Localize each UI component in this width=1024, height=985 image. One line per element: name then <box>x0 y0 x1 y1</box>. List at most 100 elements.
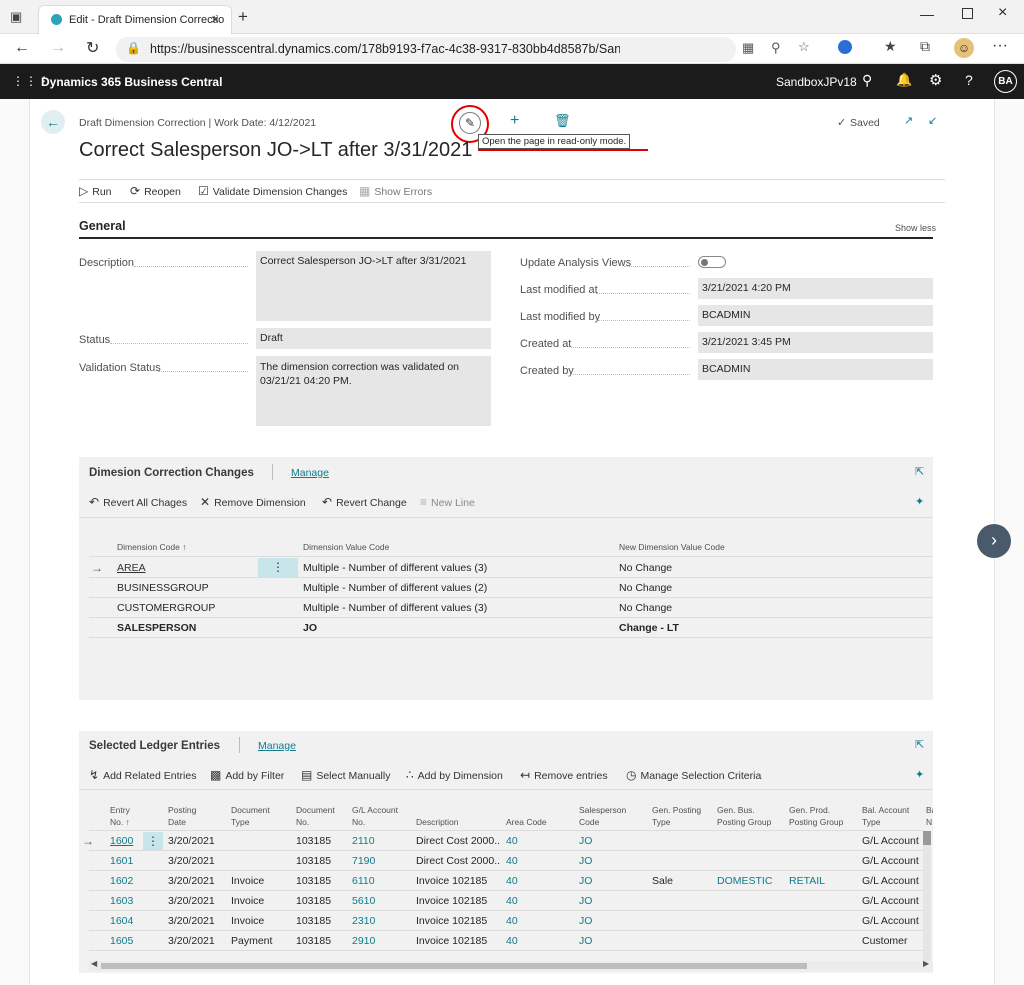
manage-selection-criteria-action[interactable]: ◷ Manage Selection Criteria <box>626 768 761 782</box>
scroll-left-icon[interactable]: ◀ <box>91 959 97 968</box>
browser-menu-icon[interactable]: ··· <box>992 37 1008 55</box>
vertical-scrollbar[interactable] <box>923 831 931 961</box>
new-tab-icon[interactable]: + <box>238 7 248 27</box>
col-header[interactable]: Bal. Account Type <box>862 804 917 828</box>
zoom-icon[interactable]: ⚲ <box>771 40 781 56</box>
favorites-icon[interactable]: ★ <box>884 38 897 55</box>
col-header[interactable]: Document No. <box>296 804 344 828</box>
table-cell[interactable]: 40 <box>506 915 518 927</box>
table-cell[interactable]: BUSINESSGROUP <box>117 582 209 594</box>
scrollbar-thumb[interactable] <box>923 831 931 845</box>
show-errors-action[interactable]: ▦ Show Errors <box>359 184 432 198</box>
tab-close-icon[interactable]: × <box>211 11 219 27</box>
table-cell[interactable]: JO <box>579 875 592 887</box>
table-cell[interactable]: 1602 <box>110 875 133 887</box>
validate-action[interactable]: ☑ Validate Dimension Changes <box>198 184 347 198</box>
table-cell[interactable]: JO <box>579 855 592 867</box>
edit-pencil-icon[interactable]: ✎ <box>459 112 481 134</box>
table-cell[interactable]: 40 <box>506 895 518 907</box>
horizontal-scrollbar[interactable]: ◀ ▶ <box>89 959 933 971</box>
forward-icon[interactable]: → <box>50 39 66 57</box>
table-cell[interactable]: 40 <box>506 935 518 947</box>
show-less-link[interactable]: Show less <box>895 223 936 233</box>
table-cell[interactable]: 1601 <box>110 855 133 867</box>
new-plus-icon[interactable]: + <box>510 112 519 130</box>
next-record-button[interactable]: › <box>977 524 1011 558</box>
add-by-dimension-action[interactable]: ∴ Add by Dimension <box>406 768 503 782</box>
browser-tab[interactable]: Edit - Draft Dimension Correctio × <box>38 5 232 34</box>
settings-gear-icon[interactable]: ⚙ <box>929 71 942 89</box>
col-header[interactable]: Gen. Posting Type <box>652 804 707 828</box>
table-cell[interactable]: SALESPERSON <box>117 622 196 634</box>
col-header[interactable]: Dimension Code ↑ <box>117 541 186 553</box>
table-cell[interactable]: 40 <box>506 835 518 847</box>
table-cell[interactable]: 7190 <box>352 855 375 867</box>
add-by-filter-action[interactable]: ▩ Add by Filter <box>210 768 284 782</box>
table-cell[interactable]: 1603 <box>110 895 133 907</box>
col-header[interactable]: Gen. Prod. Posting Group <box>789 804 849 828</box>
col-header[interactable]: Document Type <box>231 804 281 828</box>
favorite-add-icon[interactable]: ☆ <box>798 39 810 55</box>
maximize-icon[interactable] <box>962 8 973 19</box>
table-cell[interactable]: 1600 <box>110 835 133 847</box>
remove-dimension-action[interactable]: ✕ Remove Dimension <box>200 495 306 509</box>
user-avatar[interactable]: BA <box>994 70 1017 93</box>
col-header[interactable]: Salesperson Code <box>579 804 629 828</box>
table-cell[interactable]: JO <box>579 915 592 927</box>
back-icon[interactable]: ← <box>14 39 30 57</box>
description-field[interactable]: Correct Salesperson JO->LT after 3/31/20… <box>256 251 491 321</box>
col-header[interactable]: Entry No. ↑ <box>110 804 144 828</box>
add-related-entries-action[interactable]: ↯ Add Related Entries <box>89 768 196 782</box>
open-new-window-icon[interactable]: ↗ <box>904 114 913 127</box>
expand-part-icon[interactable]: ⇱ <box>915 738 924 751</box>
apps-icon[interactable]: ▦ <box>742 40 754 56</box>
table-cell[interactable]: DOMESTIC <box>717 875 772 887</box>
personalize-pin-icon[interactable]: ✦ <box>915 495 924 508</box>
table-cell[interactable]: 40 <box>506 855 518 867</box>
col-header[interactable]: Gen. Bus. Posting Group <box>717 804 777 828</box>
table-cell[interactable]: 1605 <box>110 935 133 947</box>
col-header[interactable]: Dimension Value Code <box>303 541 389 553</box>
notification-bell-icon[interactable]: 🔔 <box>896 72 912 88</box>
table-cell[interactable]: 2910 <box>352 935 375 947</box>
scrollbar-thumb[interactable] <box>101 963 807 969</box>
table-cell[interactable]: JO <box>579 895 592 907</box>
delete-trash-icon[interactable]: 🗑 <box>554 113 571 129</box>
select-manually-action[interactable]: ▤ Select Manually <box>301 768 390 782</box>
collections-icon[interactable]: ⧉ <box>920 38 930 55</box>
reopen-action[interactable]: ⟳ Reopen <box>130 184 181 198</box>
table-cell[interactable]: AREA <box>117 562 146 574</box>
table-cell[interactable]: 2110 <box>352 835 375 847</box>
edge-extension-icon[interactable] <box>838 40 852 54</box>
minimize-icon[interactable]: — <box>920 6 934 22</box>
ledger-manage-tab[interactable]: Manage <box>258 740 296 752</box>
table-cell[interactable]: 1604 <box>110 915 133 927</box>
row-menu-icon[interactable]: ⋮ <box>143 832 163 851</box>
table-cell[interactable]: RETAIL <box>789 875 825 887</box>
back-arrow-button[interactable]: ← <box>41 110 65 134</box>
update-analysis-toggle[interactable] <box>698 256 726 268</box>
revert-change-action[interactable]: ↶ Revert Change <box>322 495 407 509</box>
personalize-pin-icon[interactable]: ✦ <box>915 768 924 781</box>
col-header[interactable]: Posting Date <box>168 804 208 828</box>
profile-avatar-icon[interactable]: ☺ <box>954 38 974 58</box>
revert-all-action[interactable]: ↶ Revert All Chages <box>89 495 187 509</box>
expand-part-icon[interactable]: ⇱ <box>915 465 924 478</box>
window-menu-icon[interactable]: ▣ <box>10 9 22 25</box>
table-cell[interactable]: 5610 <box>352 895 375 907</box>
refresh-icon[interactable]: ↻ <box>86 38 99 58</box>
dim-manage-tab[interactable]: Manage <box>291 467 329 479</box>
help-icon[interactable]: ? <box>965 72 973 88</box>
table-cell[interactable]: 6110 <box>352 875 375 887</box>
run-action[interactable]: ▷ Run <box>79 184 112 198</box>
table-cell[interactable]: JO <box>579 935 592 947</box>
environment-name[interactable]: SandboxJPv18 <box>776 75 857 89</box>
col-header[interactable]: Description <box>416 816 459 828</box>
url-field[interactable]: 🔒 https://businesscentral.dynamics.com/1… <box>116 37 810 62</box>
col-header[interactable]: G/L Account No. <box>352 804 404 828</box>
close-window-icon[interactable]: × <box>998 4 1007 22</box>
col-header[interactable]: New Dimension Value Code <box>619 541 725 553</box>
col-header[interactable]: Ba N <box>926 804 933 828</box>
table-cell[interactable]: JO <box>579 835 592 847</box>
table-cell[interactable]: 2310 <box>352 915 375 927</box>
